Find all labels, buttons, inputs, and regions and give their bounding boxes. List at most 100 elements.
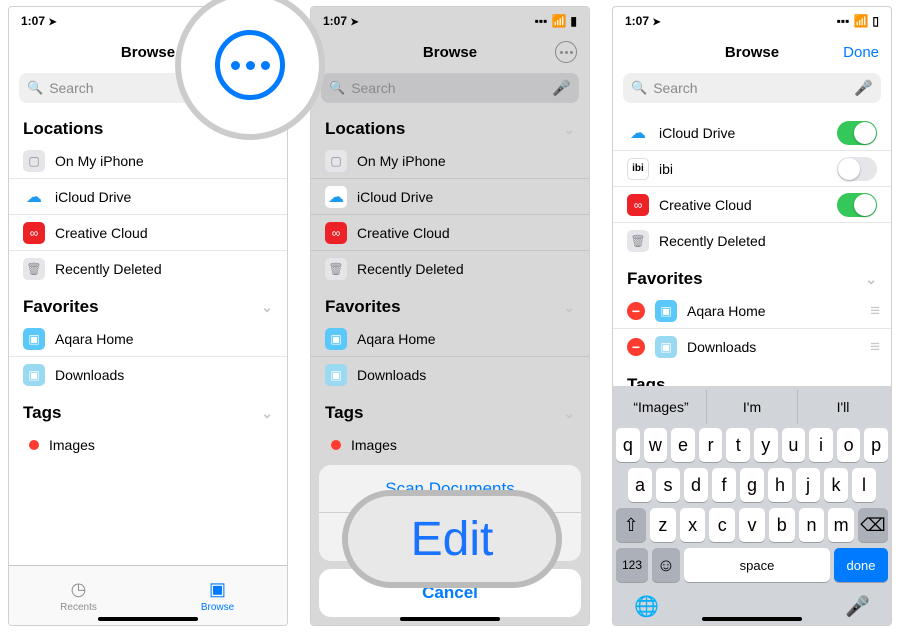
key-g[interactable]: g [740,468,764,502]
page-title: Browse [725,44,779,61]
favorite-row[interactable]: ▣Aqara Home [9,321,287,357]
section-favorites-header[interactable]: Favorites⌄ [9,287,287,321]
key-y[interactable]: y [754,428,778,462]
section-favorites-header[interactable]: Favorites⌄ [311,287,589,321]
status-bar: 1:07 ➤ ▪▪▪📶▮ [311,7,589,35]
done-button[interactable]: Done [843,35,879,69]
key-x[interactable]: x [680,508,706,542]
key-d[interactable]: d [684,468,708,502]
toggle-icloud-drive[interactable] [837,121,877,145]
shift-key[interactable]: ⇧ [616,508,646,542]
key-f[interactable]: f [712,468,736,502]
suggestion-button[interactable]: I'll [798,390,888,424]
key-u[interactable]: u [782,428,806,462]
page-title: Browse [423,44,477,61]
drag-handle-icon[interactable]: ≡ [870,337,877,357]
location-row[interactable]: ∞Creative Cloud [9,215,287,251]
key-p[interactable]: p [864,428,888,462]
edit-favorite-row: − ▣Aqara Home ≡ [613,293,891,329]
key-a[interactable]: a [628,468,652,502]
trash-icon: 🗑 [627,230,649,252]
more-icon [555,41,577,63]
mic-icon[interactable]: 🎤 [552,79,571,97]
section-locations-header[interactable]: Locations⌄ [311,109,589,143]
search-icon: 🔍 [631,80,647,96]
key-i[interactable]: i [809,428,833,462]
drag-handle-icon[interactable]: ≡ [870,301,877,321]
mic-icon[interactable]: 🎤 [854,79,873,97]
status-time: 1:07 [21,14,45,28]
delete-button[interactable]: − [627,338,645,356]
toggle-ibi[interactable] [837,157,877,181]
creative-cloud-icon: ∞ [23,222,45,244]
key-v[interactable]: v [739,508,765,542]
edit-location-row: 🗑Recently Deleted [613,223,891,259]
keyboard-suggestions: “Images” I'm I'll [616,390,888,424]
key-s[interactable]: s [656,468,680,502]
chevron-down-icon: ⌄ [563,405,575,422]
keyboard: “Images” I'm I'll qwertyuiop asdfghjkl ⇧… [613,386,891,625]
suggestion-button[interactable]: I'm [707,390,798,424]
key-o[interactable]: o [837,428,861,462]
ibi-icon: ibi [627,158,649,180]
search-icon: 🔍 [27,80,43,96]
space-key[interactable]: space [684,548,830,582]
chevron-down-icon: ⌄ [261,405,273,422]
home-indicator[interactable] [98,617,198,621]
key-e[interactable]: e [671,428,695,462]
chevron-down-icon: ⌄ [563,299,575,316]
section-favorites-header[interactable]: Favorites⌄ [613,259,891,293]
done-key[interactable]: done [834,548,888,582]
key-w[interactable]: w [644,428,668,462]
key-k[interactable]: k [824,468,848,502]
favorite-row: ▣Downloads [311,357,589,393]
backspace-key[interactable]: ⌫ [858,508,888,542]
search-icon: 🔍 [329,80,345,96]
favorite-row[interactable]: ▣Downloads [9,357,287,393]
folder-icon: ▣ [23,328,45,350]
phone-screenshot-3: 1:07 ➤ ▪▪▪📶▯ Browse Done 🔍Search 🎤 ☁︎iCl… [612,6,892,626]
emoji-key[interactable]: ☺ [652,548,680,582]
tag-row[interactable]: Images [9,427,287,463]
location-row[interactable]: ▢On My iPhone [9,143,287,179]
key-z[interactable]: z [650,508,676,542]
nav-bar: Browse Done [613,35,891,69]
key-m[interactable]: m [828,508,854,542]
numbers-key[interactable]: 123 [616,548,648,582]
section-tags-header[interactable]: Tags⌄ [9,393,287,427]
search-input[interactable]: 🔍Search 🎤 [623,73,881,103]
location-row[interactable]: ☁︎iCloud Drive [9,179,287,215]
signal-icon: ▪▪▪ [837,14,850,28]
dictation-key[interactable]: 🎤 [845,594,870,619]
toggle-creative-cloud[interactable] [837,193,877,217]
key-t[interactable]: t [726,428,750,462]
home-indicator[interactable] [702,617,802,621]
key-j[interactable]: j [796,468,820,502]
key-r[interactable]: r [699,428,723,462]
search-input[interactable]: 🔍Search 🎤 [321,73,579,103]
key-l[interactable]: l [852,468,876,502]
tag-color-icon [331,440,341,450]
edit-favorite-row: − ▣Downloads ≡ [613,329,891,365]
location-indicator-icon: ➤ [652,17,660,28]
cloud-icon: ☁︎ [23,186,45,208]
trash-icon: 🗑 [325,258,347,280]
key-b[interactable]: b [769,508,795,542]
location-row[interactable]: 🗑Recently Deleted [9,251,287,287]
cloud-icon: ☁︎ [325,186,347,208]
key-q[interactable]: q [616,428,640,462]
creative-cloud-icon: ∞ [325,222,347,244]
suggestion-button[interactable]: “Images” [616,390,707,424]
nav-bar: Browse [311,35,589,69]
key-h[interactable]: h [768,468,792,502]
key-c[interactable]: c [709,508,735,542]
more-button[interactable] [555,35,577,69]
section-tags-header[interactable]: Tags⌄ [311,393,589,427]
favorite-row: ▣Aqara Home [311,321,589,357]
globe-key[interactable]: 🌐 [634,594,659,619]
delete-button[interactable]: − [627,302,645,320]
callout-more-button [175,0,325,140]
key-n[interactable]: n [799,508,825,542]
battery-icon: ▮ [570,14,577,28]
trash-icon: 🗑 [23,258,45,280]
